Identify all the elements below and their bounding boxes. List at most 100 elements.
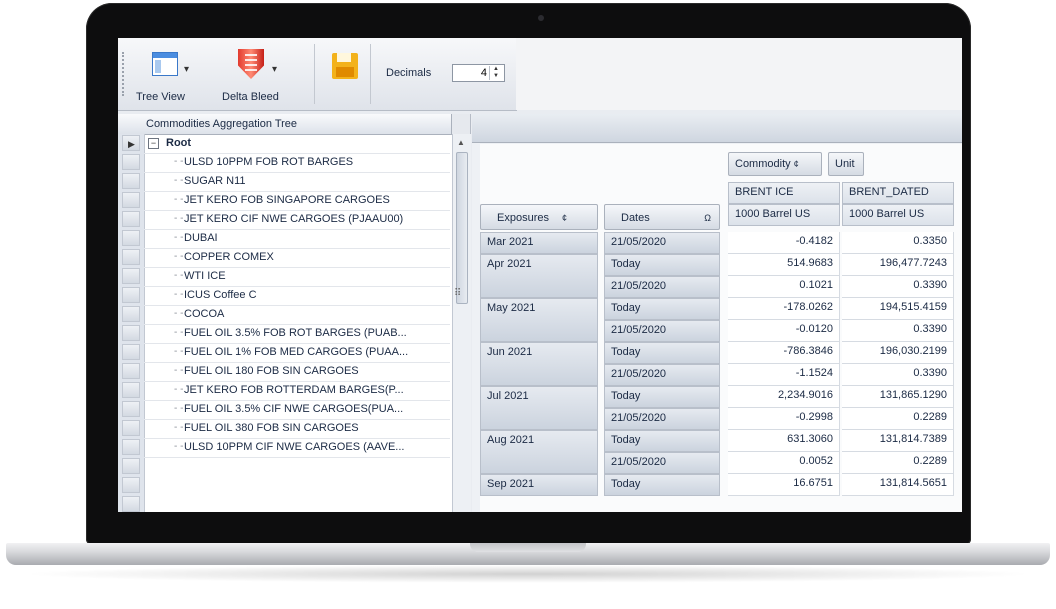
exposure-month-header[interactable]: Jun 2021: [480, 342, 598, 386]
row-selector[interactable]: [122, 306, 140, 322]
tree-connector: - -: [174, 441, 184, 452]
row-selector[interactable]: [122, 268, 140, 284]
tree-item-label: ULSD 10PPM CIF NWE CARGOES (AAVE...: [184, 441, 405, 453]
date-row-header[interactable]: Today: [604, 474, 720, 496]
decimals-stepper[interactable]: 4 ▲ ▼: [452, 64, 505, 82]
data-cell: 2,234.9016: [728, 386, 840, 408]
tree-item[interactable]: - - SUGAR N11: [144, 172, 450, 192]
tree-connector: - -: [174, 403, 184, 414]
tree-item-label: FUEL OIL 380 FOB SIN CARGOES: [184, 422, 359, 434]
exposures-field-button[interactable]: Exposures ¢: [480, 204, 598, 230]
date-row-header[interactable]: 21/05/2020: [604, 364, 720, 386]
unit-column-header[interactable]: 1000 Barrel US: [842, 204, 954, 226]
filter-icon[interactable]: ¢: [794, 159, 799, 169]
tree-scrollbar[interactable]: ▲: [452, 134, 471, 512]
date-row-header[interactable]: 21/05/2020: [604, 276, 720, 298]
tree-connector: - -: [174, 175, 184, 186]
row-selector[interactable]: [122, 477, 140, 493]
tree-item[interactable]: - - ICUS Coffee C: [144, 286, 450, 306]
data-cell: 131,814.5651: [842, 474, 954, 496]
row-selector[interactable]: [122, 439, 140, 455]
tree-item[interactable]: - - ULSD 10PPM FOB ROT BARGES: [144, 153, 450, 173]
date-row-header[interactable]: Today: [604, 430, 720, 452]
dates-field-button[interactable]: Dates Ω: [604, 204, 720, 230]
exposure-month-header[interactable]: Sep 2021: [480, 474, 598, 496]
row-selector[interactable]: [122, 458, 140, 474]
exposure-month-header[interactable]: Aug 2021: [480, 430, 598, 474]
row-selector[interactable]: [122, 230, 140, 246]
tree-view-dropdown-arrow[interactable]: ▾: [184, 64, 189, 75]
row-selector[interactable]: [122, 173, 140, 189]
row-selector[interactable]: [122, 344, 140, 360]
exposures-field-label: Exposures: [497, 212, 549, 224]
unit-field-button[interactable]: Unit: [828, 152, 864, 176]
row-selector[interactable]: [122, 287, 140, 303]
row-selector[interactable]: [122, 363, 140, 379]
date-row-header[interactable]: 21/05/2020: [604, 320, 720, 342]
commodity-column-header[interactable]: BRENT ICE: [728, 182, 840, 204]
dates-field-label: Dates: [621, 212, 650, 224]
exposure-month-header[interactable]: Jul 2021: [480, 386, 598, 430]
row-selector[interactable]: [122, 211, 140, 227]
tree-item[interactable]: - - JET KERO CIF NWE CARGOES (PJAAU00): [144, 210, 450, 230]
data-cell: 514.9683: [728, 254, 840, 276]
tree-item-label: WTI ICE: [184, 270, 226, 282]
row-selector[interactable]: [122, 154, 140, 170]
scrollbar-thumb[interactable]: [456, 152, 468, 304]
row-selector[interactable]: [122, 325, 140, 341]
tree-item-label: SUGAR N11: [184, 175, 246, 187]
row-selector[interactable]: [122, 496, 140, 512]
delta-bleed-dropdown-arrow[interactable]: ▾: [272, 64, 277, 75]
unit-column-header[interactable]: 1000 Barrel US: [728, 204, 840, 226]
date-row-header[interactable]: Today: [604, 342, 720, 364]
row-selector[interactable]: [122, 382, 140, 398]
tree-item[interactable]: - - FUEL OIL 380 FOB SIN CARGOES: [144, 419, 450, 439]
data-cell: 0.3350: [842, 232, 954, 254]
tree-item[interactable]: - - ULSD 10PPM CIF NWE CARGOES (AAVE...: [144, 438, 450, 458]
tree-item[interactable]: - - JET KERO FOB SINGAPORE CARGOES: [144, 191, 450, 211]
tree-item-label: ULSD 10PPM FOB ROT BARGES: [184, 156, 354, 168]
commodity-column-header[interactable]: BRENT_DATED: [842, 182, 954, 204]
commodity-field-button[interactable]: Commodity ¢: [728, 152, 822, 176]
tree-item-label: COCOA: [184, 308, 225, 320]
date-row-header[interactable]: 21/05/2020: [604, 452, 720, 474]
stepper-arrows-icon[interactable]: ▲ ▼: [489, 66, 502, 80]
tree-item[interactable]: - - FUEL OIL 1% FOB MED CARGOES (PUAA...: [144, 343, 450, 363]
row-selector[interactable]: [122, 192, 140, 208]
tree-connector: - -: [174, 384, 184, 395]
row-selector[interactable]: ▶: [122, 135, 140, 151]
save-icon[interactable]: [332, 53, 358, 79]
collapse-icon[interactable]: −: [148, 138, 159, 149]
tree-item[interactable]: - - WTI ICE: [144, 267, 450, 287]
tree-item[interactable]: - - FUEL OIL 180 FOB SIN CARGOES: [144, 362, 450, 382]
tree-root-row[interactable]: − Root: [144, 134, 450, 154]
exposure-month-header[interactable]: May 2021: [480, 298, 598, 342]
row-selector[interactable]: [122, 401, 140, 417]
date-row-header[interactable]: Today: [604, 386, 720, 408]
tree-item[interactable]: - - FUEL OIL 3.5% FOB ROT BARGES (PUAB...: [144, 324, 450, 344]
data-cell: -178.0262: [728, 298, 840, 320]
exposure-month-header[interactable]: Apr 2021: [480, 254, 598, 298]
tree-item[interactable]: - - DUBAI: [144, 229, 450, 249]
tree-header-corner: [451, 114, 470, 134]
scroll-up-icon[interactable]: ▲: [457, 138, 465, 147]
decimals-value[interactable]: 4: [481, 67, 487, 79]
filter-icon[interactable]: ¢: [552, 213, 567, 223]
tree-root-label: Root: [166, 137, 192, 149]
tree-item[interactable]: - - COPPER COMEX: [144, 248, 450, 268]
exposure-month-header[interactable]: Mar 2021: [480, 232, 598, 254]
tree-item[interactable]: - - JET KERO FOB ROTTERDAM BARGES(P...: [144, 381, 450, 401]
tree-item[interactable]: - - COCOA: [144, 305, 450, 325]
row-selector[interactable]: [122, 420, 140, 436]
tree-item[interactable]: - - FUEL OIL 3.5% CIF NWE CARGOES(PUA...: [144, 400, 450, 420]
date-row-header[interactable]: Today: [604, 254, 720, 276]
toolbar-grip[interactable]: [122, 52, 126, 96]
date-row-header[interactable]: 21/05/2020: [604, 408, 720, 430]
date-row-header[interactable]: 21/05/2020: [604, 232, 720, 254]
date-row-header[interactable]: Today: [604, 298, 720, 320]
data-cell: 631.3060: [728, 430, 840, 452]
splitter-handle-icon[interactable]: ⠿: [454, 288, 461, 299]
sort-icon[interactable]: Ω: [704, 213, 711, 223]
row-selector[interactable]: [122, 249, 140, 265]
decimals-label: Decimals: [386, 67, 432, 79]
